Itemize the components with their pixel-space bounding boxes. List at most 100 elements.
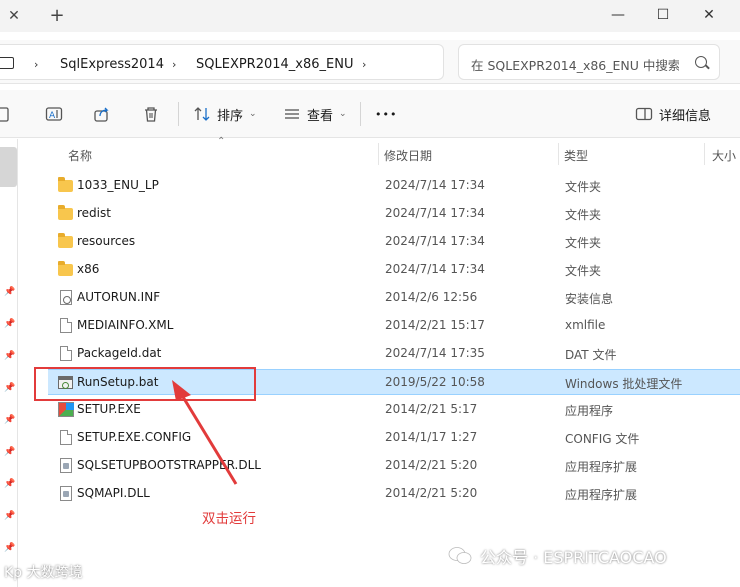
column-divider[interactable] (704, 143, 705, 165)
folder-icon (58, 205, 73, 220)
chevron-down-icon: ⌄ (249, 109, 257, 119)
sort-button[interactable]: 排序 ⌄ (193, 100, 257, 128)
pin-icon[interactable]: 📌 (4, 447, 15, 457)
delete-button[interactable] (142, 100, 160, 128)
column-header-size[interactable]: 大小 (712, 147, 740, 164)
more-icon: ••• (375, 107, 398, 121)
command-bar: A 排序 ⌄ 查看 ⌄ ••• 详细信息 (0, 90, 740, 138)
view-button[interactable]: 查看 ⌄ (283, 100, 347, 128)
breadcrumb-separator-icon[interactable]: › (34, 58, 38, 71)
rename-icon: A (45, 107, 63, 121)
file-row[interactable]: 1033_ENU_LP 2024/7/14 17:34 文件夹 (48, 173, 740, 199)
share-icon (94, 107, 109, 122)
toolbar-divider (178, 102, 179, 126)
close-window-button[interactable]: ✕ (686, 0, 732, 32)
view-label: 查看 (307, 108, 334, 124)
sort-icon (194, 107, 210, 121)
pin-icon[interactable]: 📌 (4, 383, 15, 393)
annotation-label: 双击运行 (202, 511, 256, 527)
breadcrumb-separator-icon[interactable]: › (362, 58, 366, 71)
this-pc-icon[interactable] (0, 57, 14, 69)
file-name: PackageId.dat (77, 346, 162, 360)
file-modified: 2024/7/14 17:34 (385, 234, 485, 248)
folder-icon (58, 261, 73, 276)
more-options-button[interactable]: ••• (375, 100, 397, 128)
file-row[interactable]: PackageId.dat 2024/7/14 17:35 DAT 文件 (48, 341, 740, 367)
file-modified: 2014/1/17 1:27 (385, 430, 478, 444)
pin-icon[interactable]: 📌 (4, 351, 15, 361)
corner-watermark: Kp 大数跨境 (4, 565, 83, 581)
file-type: 应用程序扩展 (565, 488, 638, 502)
file-row[interactable]: SQMAPI.DLL 2014/2/21 5:20 应用程序扩展 (48, 481, 740, 507)
search-placeholder[interactable]: 在 SQLEXPR2014_x86_ENU 中搜索 (471, 55, 679, 74)
watermark-text: 公众号 · ESPRITCAOCAO (480, 548, 667, 567)
pin-icon[interactable]: 📌 (4, 543, 15, 553)
view-icon (285, 109, 299, 119)
search-icon[interactable] (695, 56, 707, 68)
column-divider[interactable] (378, 143, 379, 165)
breadcrumb-separator-icon[interactable]: › (172, 58, 176, 71)
file-modified: 2014/2/21 5:17 (385, 402, 478, 416)
file-row[interactable]: x86 2024/7/14 17:34 文件夹 (48, 257, 740, 283)
file-name: 1033_ENU_LP (77, 178, 159, 192)
address-bar[interactable]: › SqlExpress2014 › SQLEXPR2014_x86_ENU › (0, 44, 444, 80)
file-modified: 2024/7/14 17:34 (385, 178, 485, 192)
folder-icon (58, 233, 73, 248)
file-type: 文件夹 (565, 236, 602, 250)
file-name: SETUP.EXE (77, 402, 141, 416)
file-row[interactable]: redist 2024/7/14 17:34 文件夹 (48, 201, 740, 227)
share-button[interactable] (93, 100, 111, 128)
file-row[interactable]: MEDIAINFO.XML 2014/2/21 15:17 xmlfile (48, 313, 740, 339)
paste-button[interactable] (0, 100, 14, 128)
details-pane-button[interactable]: 详细信息 (635, 100, 711, 128)
rename-button[interactable]: A (45, 100, 63, 128)
file-name: x86 (77, 262, 100, 276)
column-header-name[interactable]: 名称 (68, 147, 92, 164)
wechat-icon (448, 547, 472, 564)
trash-icon (145, 107, 157, 122)
file-type: 文件夹 (565, 264, 602, 278)
column-header-modified[interactable]: 修改日期 (384, 147, 432, 164)
pin-icon[interactable]: 📌 (4, 287, 15, 297)
tab-close-icon[interactable]: ✕ (4, 6, 24, 26)
file-type: xmlfile (565, 318, 606, 332)
breadcrumb-item-current-folder[interactable]: SQLEXPR2014_x86_ENU (196, 57, 354, 72)
maximize-button[interactable]: ☐ (640, 0, 686, 32)
nav-scrollbar-thumb[interactable] (0, 147, 17, 187)
file-type: 安装信息 (565, 292, 614, 306)
file-modified: 2019/5/22 10:58 (385, 375, 485, 389)
minimize-button[interactable]: — (595, 0, 641, 32)
sort-label: 排序 (217, 108, 244, 124)
new-tab-button[interactable]: + (46, 6, 68, 28)
file-modified: 2014/2/6 12:56 (385, 290, 478, 304)
file-row[interactable]: resources 2024/7/14 17:34 文件夹 (48, 229, 740, 255)
column-divider[interactable] (558, 143, 559, 165)
file-modified: 2024/7/14 17:34 (385, 262, 485, 276)
column-header-type[interactable]: 类型 (564, 147, 588, 164)
pin-icon[interactable]: 📌 (4, 319, 15, 329)
file-type: 应用程序 (565, 404, 614, 418)
navigation-pane[interactable]: 📌 📌 📌 📌 📌 📌 📌 📌 📌 (0, 139, 18, 587)
search-box[interactable]: 在 SQLEXPR2014_x86_ENU 中搜索 (458, 44, 720, 80)
folder-icon (58, 177, 73, 192)
file-row[interactable]: SQLSETUPBOOTSTRAPPER.DLL 2014/2/21 5:20 … (48, 453, 740, 479)
file-row[interactable]: SETUP.EXE.CONFIG 2014/1/17 1:27 CONFIG 文… (48, 425, 740, 451)
file-name: MEDIAINFO.XML (77, 318, 174, 332)
pin-icon[interactable]: 📌 (4, 479, 15, 489)
chevron-down-icon: ⌄ (339, 109, 347, 119)
file-name: SQLSETUPBOOTSTRAPPER.DLL (77, 458, 261, 472)
file-modified: 2014/2/21 15:17 (385, 318, 485, 332)
pin-icon[interactable]: 📌 (4, 415, 15, 425)
setup-exe-icon (58, 402, 74, 417)
breadcrumb-item-sqlexpress2014[interactable]: SqlExpress2014 (60, 57, 164, 72)
sort-ascending-icon: ⌃ (217, 136, 226, 147)
document-icon (60, 430, 72, 445)
document-icon (60, 318, 72, 333)
file-name: resources (77, 234, 136, 248)
file-type: 文件夹 (565, 208, 602, 222)
config-file-icon (60, 290, 72, 305)
file-type: 应用程序扩展 (565, 460, 638, 474)
file-row[interactable]: AUTORUN.INF 2014/2/6 12:56 安装信息 (48, 285, 740, 311)
pin-icon[interactable]: 📌 (4, 511, 15, 521)
file-name: redist (77, 206, 111, 220)
